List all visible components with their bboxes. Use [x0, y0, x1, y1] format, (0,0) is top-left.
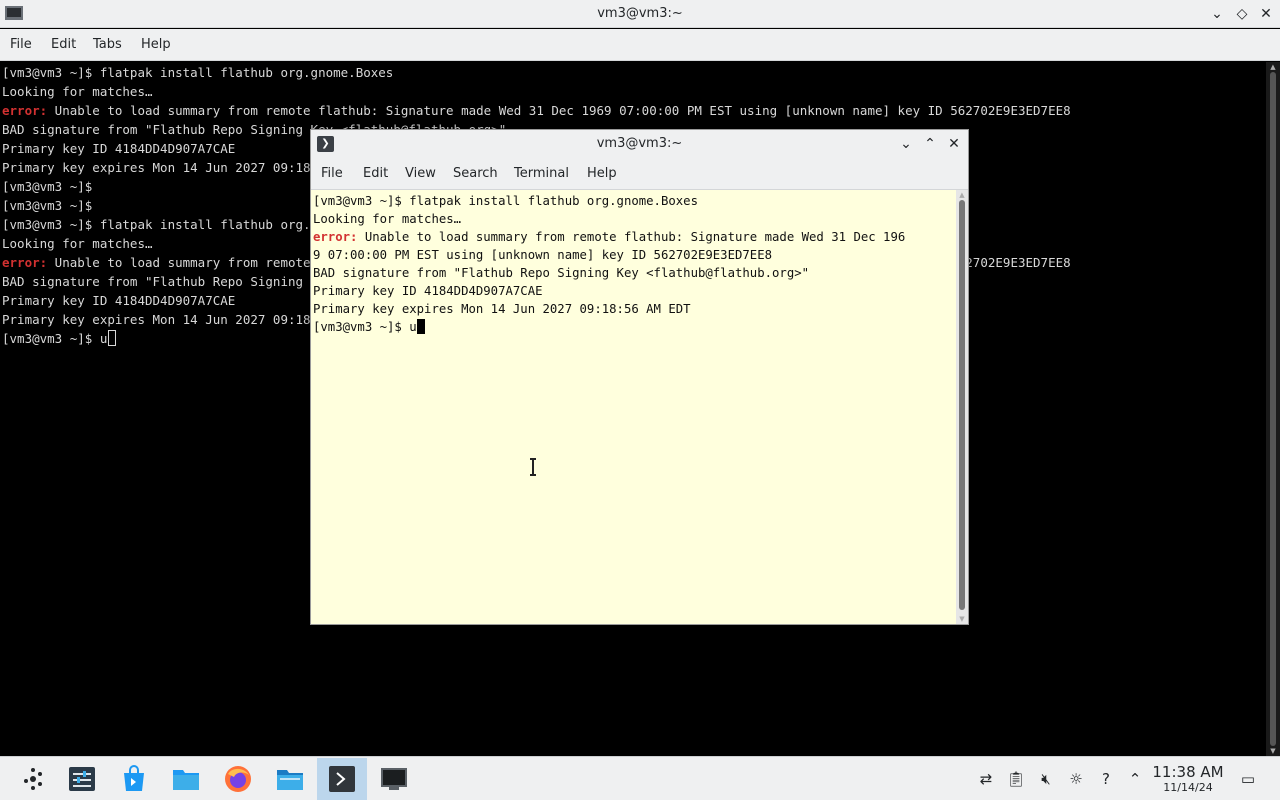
file-manager-icon: [173, 770, 199, 790]
foreground-scrollbar[interactable]: ▲ ▼: [956, 190, 968, 624]
text-cursor: [108, 330, 117, 346]
konsole-button[interactable]: [369, 758, 419, 800]
terminal-line: Looking for matches…: [2, 82, 1266, 101]
line-text: [vm3@vm3 ~]$: [2, 179, 93, 194]
foreground-title-bar[interactable]: ❯ vm3@vm3:~ ⌄ ⌃ ✕: [311, 130, 968, 158]
foreground-terminal-window: ❯ vm3@vm3:~ ⌄ ⌃ ✕ File Edit View Search …: [310, 129, 969, 625]
show-desktop-icon[interactable]: ▭: [1238, 769, 1258, 789]
volume-muted-icon[interactable]: 🔇︎: [1036, 769, 1056, 789]
menu-file[interactable]: File: [321, 166, 343, 181]
close-icon[interactable]: ✕: [1256, 4, 1276, 24]
network-icon[interactable]: ⇄: [976, 769, 996, 789]
background-window-title: vm3@vm3:~: [597, 6, 683, 21]
terminal-line: [vm3@vm3 ~]$ flatpak install flathub org…: [313, 192, 955, 210]
system-settings-button[interactable]: [57, 758, 107, 800]
clock-time[interactable]: 11:38 AM: [1150, 763, 1226, 781]
menu-search[interactable]: Search: [453, 166, 498, 181]
terminal-line: 9 07:00:00 PM EST using [unknown name] k…: [313, 246, 955, 264]
menu-help[interactable]: Help: [587, 166, 617, 181]
minimize-icon[interactable]: ⌄: [896, 134, 916, 154]
line-text: [vm3@vm3 ~]$ u: [2, 331, 108, 346]
text-cursor-ibeam-icon: [530, 458, 536, 476]
background-menu-bar: File Edit Tabs Help: [0, 29, 1280, 61]
line-text: Primary key ID 4184DD4D907A7CAE: [313, 284, 543, 298]
firefox-button[interactable]: [213, 758, 263, 800]
error-prefix: error:: [2, 103, 48, 118]
terminal-line: Primary key expires Mon 14 Jun 2027 09:1…: [313, 300, 955, 318]
app-launcher-icon: [24, 768, 42, 790]
line-text: Looking for matches…: [2, 84, 153, 99]
foreground-terminal-output[interactable]: [vm3@vm3 ~]$ flatpak install flathub org…: [311, 190, 955, 624]
discover-store-button[interactable]: [109, 758, 159, 800]
line-text: 9 07:00:00 PM EST using [unknown name] k…: [313, 248, 773, 262]
line-text: [vm3@vm3 ~]$: [2, 198, 93, 213]
foreground-window-title: vm3@vm3:~: [596, 136, 683, 151]
konsole-icon: [381, 768, 407, 790]
system-settings-icon: [69, 767, 95, 791]
terminal-line: BAD signature from "Flathub Repo Signing…: [313, 264, 955, 282]
menu-help[interactable]: Help: [141, 37, 171, 52]
help-icon[interactable]: ?: [1096, 769, 1116, 789]
taskbar: ⇄ 📋︎ 🔇︎ ☼ ? ⌃ 11:38 AM 11/14/24 ▭: [0, 756, 1280, 800]
maximize-icon[interactable]: ⌃: [920, 134, 940, 154]
line-text: Primary key expires Mon 14 Jun 2027 09:1…: [313, 302, 691, 316]
text-cursor: [416, 319, 425, 334]
menu-file[interactable]: File: [10, 37, 32, 52]
close-icon[interactable]: ✕: [944, 134, 964, 154]
scroll-up-icon[interactable]: ▲: [1266, 62, 1280, 72]
line-text: BAD signature from "Flathub Repo Signing…: [313, 266, 810, 280]
menu-edit[interactable]: Edit: [51, 37, 76, 52]
clipboard-icon[interactable]: 📋︎: [1006, 769, 1026, 789]
line-text: [vm3@vm3 ~]$ u: [313, 320, 417, 334]
background-title-bar[interactable]: vm3@vm3:~ ⌄ ◇ ✕: [0, 0, 1280, 28]
maximize-icon[interactable]: ◇: [1232, 4, 1252, 24]
line-text: Looking for matches…: [2, 236, 153, 251]
menu-edit[interactable]: Edit: [363, 166, 388, 181]
line-text: Looking for matches…: [313, 212, 462, 226]
line-text: Primary key ID 4184DD4D907A7CAE: [2, 141, 236, 156]
line-text: Primary key ID 4184DD4D907A7CAE: [2, 293, 236, 308]
menu-tabs[interactable]: Tabs: [93, 37, 122, 52]
terminal-line: [vm3@vm3 ~]$ flatpak install flathub org…: [2, 63, 1266, 82]
terminal-button[interactable]: [317, 758, 367, 800]
line-text: Unable to load summary from remote flath…: [47, 103, 1071, 118]
terminal-line: Looking for matches…: [313, 210, 955, 228]
error-prefix: error:: [313, 230, 358, 244]
dolphin-icon: [277, 770, 303, 790]
app-launcher-button[interactable]: [8, 758, 58, 800]
scroll-down-icon[interactable]: ▼: [1266, 746, 1280, 756]
scroll-thumb[interactable]: [1270, 72, 1276, 746]
menu-view[interactable]: View: [405, 166, 436, 181]
scroll-up-icon[interactable]: ▲: [956, 190, 968, 200]
line-text: Unable to load summary from remote flath…: [357, 230, 906, 244]
terminal-icon: [329, 766, 355, 792]
scroll-down-icon[interactable]: ▼: [956, 614, 968, 624]
minimize-icon[interactable]: ⌄: [1207, 4, 1227, 24]
terminal-line: error: Unable to load summary from remot…: [313, 228, 955, 246]
line-text: [vm3@vm3 ~]$ flatpak install flathub org…: [2, 65, 394, 80]
brightness-icon[interactable]: ☼: [1066, 769, 1086, 789]
firefox-icon: [225, 766, 251, 792]
terminal-line: Primary key ID 4184DD4D907A7CAE: [313, 282, 955, 300]
terminal-line: error: Unable to load summary from remot…: [2, 101, 1266, 120]
dolphin-button[interactable]: [265, 758, 315, 800]
tray-expand-icon[interactable]: ⌃: [1125, 769, 1145, 789]
file-manager-button[interactable]: [161, 758, 211, 800]
scroll-thumb[interactable]: [959, 200, 965, 610]
error-prefix: error:: [2, 255, 48, 270]
menu-terminal[interactable]: Terminal: [514, 166, 569, 181]
discover-store-icon: [124, 765, 144, 791]
background-scrollbar[interactable]: ▲ ▼: [1266, 62, 1280, 756]
terminal-line: [vm3@vm3 ~]$ u: [313, 318, 955, 336]
clock-date[interactable]: 11/14/24: [1150, 781, 1226, 794]
foreground-menu-bar: File Edit View Search Terminal Help: [311, 158, 968, 190]
line-text: [vm3@vm3 ~]$ flatpak install flathub org…: [313, 194, 698, 208]
